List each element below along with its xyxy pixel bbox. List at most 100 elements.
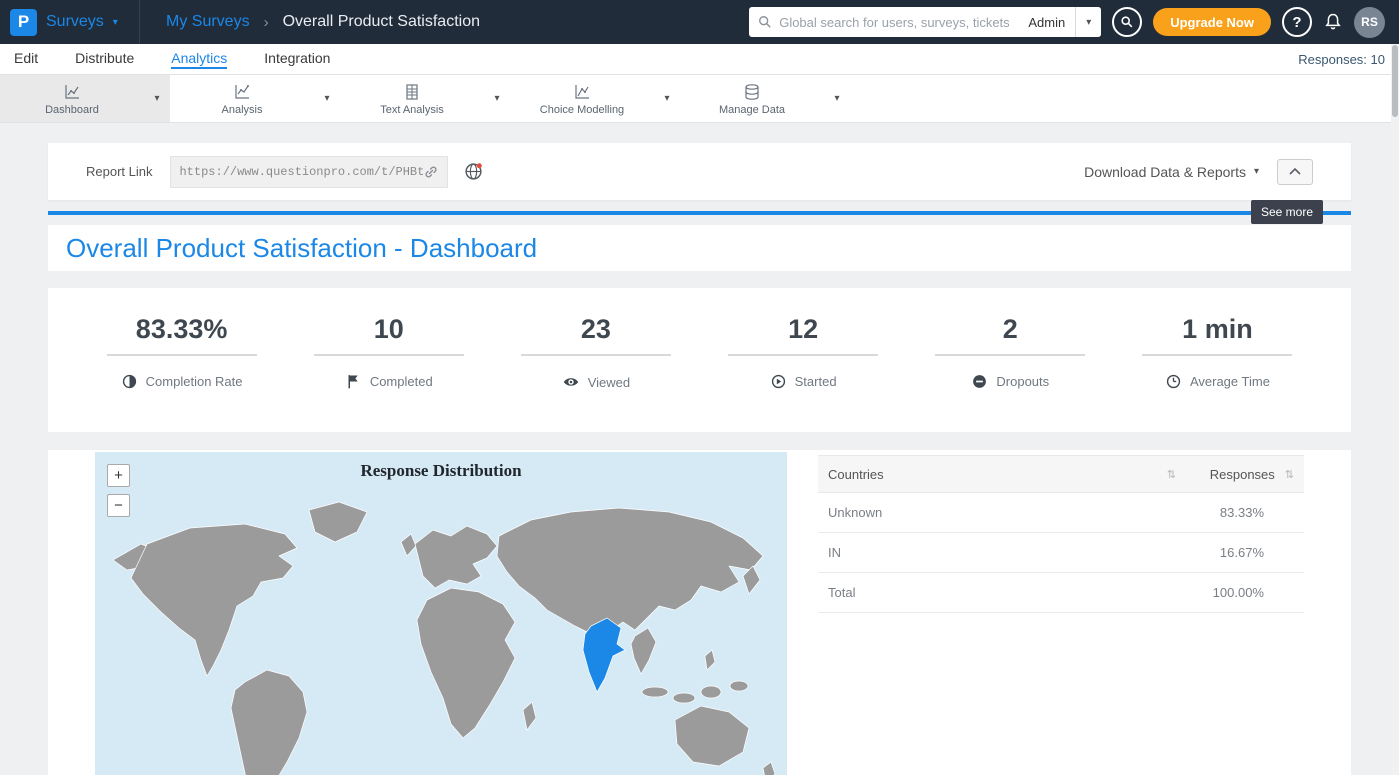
country-cell: IN bbox=[828, 545, 1176, 560]
breadcrumb-current: Overall Product Satisfaction bbox=[283, 13, 480, 31]
download-reports-dropdown[interactable]: Download Data & Reports ▾ bbox=[1084, 164, 1259, 180]
column-header-responses[interactable]: Responses ⇅ bbox=[1176, 467, 1294, 482]
line-chart-icon bbox=[573, 83, 591, 101]
stat-label: Dropouts bbox=[996, 374, 1049, 389]
sort-icon[interactable]: ⇅ bbox=[1167, 468, 1176, 481]
page-title: Overall Product Satisfaction - Dashboard bbox=[66, 233, 537, 264]
title-card: Overall Product Satisfaction - Dashboard bbox=[48, 225, 1351, 271]
table-row[interactable]: IN 16.67% bbox=[818, 533, 1304, 573]
stat-completed: 10 Completed bbox=[285, 314, 492, 432]
stat-started: 12 Started bbox=[700, 314, 907, 432]
stat-completion-rate: 83.33% Completion Rate bbox=[78, 314, 285, 432]
country-cell: Unknown bbox=[828, 505, 1176, 520]
chevron-down-icon[interactable]: ▾ bbox=[484, 75, 510, 122]
breadcrumb-separator: › bbox=[264, 14, 269, 31]
table-row[interactable]: Total 100.00% bbox=[818, 573, 1304, 613]
notifications-button[interactable] bbox=[1323, 12, 1343, 32]
report-link-label: Report Link bbox=[86, 164, 152, 179]
stat-label: Started bbox=[795, 374, 837, 389]
stat-divider bbox=[935, 354, 1085, 356]
global-search[interactable]: Admin ▾ bbox=[749, 7, 1101, 37]
stat-divider bbox=[314, 354, 464, 356]
stat-divider bbox=[521, 354, 671, 356]
nav-item-distribute[interactable]: Distribute bbox=[75, 50, 134, 69]
world-map[interactable] bbox=[95, 480, 787, 775]
stat-value: 12 bbox=[700, 314, 907, 345]
column-label: Responses bbox=[1210, 467, 1275, 482]
analytics-toolbar: Dashboard ▾ Analysis ▾ Text Analysis ▾ bbox=[0, 75, 1399, 123]
stat-value: 10 bbox=[285, 314, 492, 345]
chevron-down-icon[interactable]: ▾ bbox=[654, 75, 680, 122]
chevron-down-icon[interactable]: ▾ bbox=[824, 75, 850, 122]
table-doc-icon bbox=[403, 83, 421, 101]
stat-divider bbox=[1142, 354, 1292, 356]
page-scrollbar[interactable] bbox=[1391, 44, 1399, 775]
avatar[interactable]: RS bbox=[1354, 7, 1385, 38]
responses-count: Responses: 10 bbox=[1298, 52, 1385, 67]
chevron-up-icon bbox=[1288, 167, 1302, 176]
tab-dashboard[interactable]: Dashboard ▾ bbox=[0, 75, 170, 122]
stat-divider bbox=[107, 354, 257, 356]
responses-cell: 16.67% bbox=[1176, 545, 1294, 560]
column-label: Countries bbox=[828, 467, 884, 482]
stat-label: Average Time bbox=[1190, 374, 1270, 389]
stat-viewed: 23 Viewed bbox=[492, 314, 699, 432]
questionpro-logo: P bbox=[10, 9, 37, 36]
tab-choice-modelling[interactable]: Choice Modelling ▾ bbox=[510, 75, 680, 122]
product-switcher[interactable]: P Surveys ▾ bbox=[0, 0, 140, 44]
download-reports-label: Download Data & Reports bbox=[1084, 164, 1246, 180]
topbar-actions: Admin ▾ Upgrade Now ? RS bbox=[749, 7, 1399, 38]
stat-value: 83.33% bbox=[78, 314, 285, 345]
nav-item-edit[interactable]: Edit bbox=[14, 50, 38, 69]
scrollbar-thumb[interactable] bbox=[1392, 45, 1398, 117]
report-link-bar: Report Link Download Data & Reports ▾ Se… bbox=[48, 143, 1351, 200]
stat-value: 2 bbox=[907, 314, 1114, 345]
section-nav: Edit Distribute Analytics Integration Re… bbox=[0, 44, 1399, 75]
map-country-india[interactable] bbox=[583, 618, 625, 692]
collapse-panel-button[interactable] bbox=[1277, 159, 1313, 185]
upgrade-button[interactable]: Upgrade Now bbox=[1153, 8, 1271, 36]
tab-analysis[interactable]: Analysis ▾ bbox=[170, 75, 340, 122]
line-chart-icon bbox=[233, 83, 251, 101]
search-input[interactable] bbox=[779, 15, 1018, 30]
see-more-tooltip: See more bbox=[1251, 200, 1323, 224]
report-url-box[interactable] bbox=[170, 156, 448, 188]
eye-icon bbox=[562, 373, 580, 391]
tab-label: Manage Data bbox=[719, 104, 785, 116]
search-scope[interactable]: Admin bbox=[1018, 15, 1075, 30]
advanced-search-button[interactable] bbox=[1112, 7, 1142, 37]
countries-table-header: Countries ⇅ Responses ⇅ bbox=[818, 455, 1304, 493]
flag-icon bbox=[345, 373, 362, 390]
search-scope-caret[interactable]: ▾ bbox=[1075, 7, 1101, 37]
report-url-input[interactable] bbox=[179, 165, 423, 179]
map-title: Response Distribution bbox=[95, 452, 787, 481]
web-report-button[interactable] bbox=[463, 161, 484, 182]
stats-summary: 83.33% Completion Rate 10 Completed 23 bbox=[48, 288, 1351, 432]
table-row[interactable]: Unknown 83.33% bbox=[818, 493, 1304, 533]
stat-label: Completed bbox=[370, 374, 433, 389]
help-button[interactable]: ? bbox=[1282, 7, 1312, 37]
sort-icon[interactable]: ⇅ bbox=[1285, 468, 1294, 481]
world-map-panel[interactable]: Response Distribution + − bbox=[95, 452, 787, 775]
clock-icon bbox=[1165, 373, 1182, 390]
stat-value: 1 min bbox=[1114, 314, 1321, 345]
chevron-down-icon: ▾ bbox=[113, 17, 118, 28]
chevron-down-icon[interactable]: ▾ bbox=[314, 75, 340, 122]
tab-text-analysis[interactable]: Text Analysis ▾ bbox=[340, 75, 510, 122]
report-bar-actions: Download Data & Reports ▾ bbox=[1084, 159, 1313, 185]
globe-icon bbox=[463, 161, 484, 182]
breadcrumb: My Surveys › Overall Product Satisfactio… bbox=[166, 13, 480, 31]
nav-item-analytics[interactable]: Analytics bbox=[171, 50, 227, 69]
database-icon bbox=[743, 83, 761, 101]
stat-label: Completion Rate bbox=[146, 374, 243, 389]
link-icon[interactable] bbox=[423, 164, 439, 180]
column-header-countries[interactable]: Countries ⇅ bbox=[828, 467, 1176, 482]
tab-manage-data[interactable]: Manage Data ▾ bbox=[680, 75, 850, 122]
breadcrumb-my-surveys[interactable]: My Surveys bbox=[166, 13, 250, 31]
nav-item-integration[interactable]: Integration bbox=[264, 50, 330, 69]
tab-label: Dashboard bbox=[45, 104, 99, 116]
chevron-down-icon[interactable]: ▾ bbox=[144, 75, 170, 122]
line-chart-icon bbox=[63, 83, 81, 101]
countries-table: Countries ⇅ Responses ⇅ Unknown 83.33% I… bbox=[818, 455, 1304, 775]
tab-label: Analysis bbox=[222, 104, 263, 116]
